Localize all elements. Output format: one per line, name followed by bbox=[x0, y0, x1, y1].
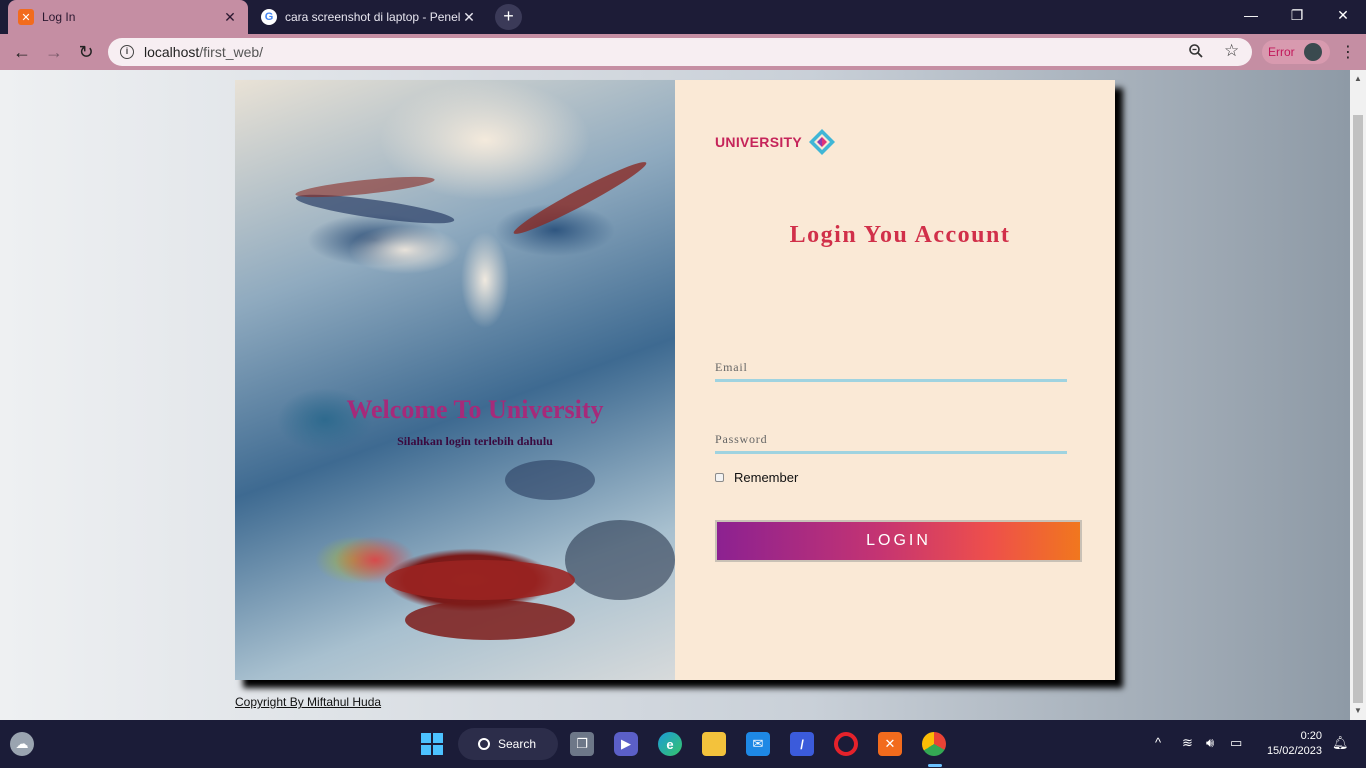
profile-error-chip[interactable]: Error bbox=[1262, 40, 1330, 64]
paint-stroke bbox=[505, 460, 595, 500]
paint-stroke bbox=[565, 520, 675, 600]
google-icon: G bbox=[261, 9, 277, 25]
brand-diamond-icon bbox=[809, 129, 836, 155]
forward-arrow-icon[interactable]: → bbox=[42, 41, 66, 63]
paint-stroke bbox=[510, 155, 650, 241]
page-scrollbar[interactable]: ▲ ▼ bbox=[1350, 70, 1366, 720]
url-text: localhost/first_web/ bbox=[144, 44, 263, 60]
wifi-icon[interactable]: ≋ bbox=[1182, 735, 1193, 751]
error-label: Error bbox=[1268, 45, 1295, 59]
remember-checkbox[interactable] bbox=[715, 473, 724, 482]
url-host: localhost bbox=[144, 44, 200, 60]
visual-studio-code-icon[interactable]: / bbox=[790, 732, 814, 756]
page-viewport: Welcome To University Silahkan login ter… bbox=[0, 70, 1350, 720]
search-label: Search bbox=[498, 737, 537, 751]
browser-titlebar: ✕ Log In ✕ G cara screenshot di laptop -… bbox=[0, 0, 1366, 34]
address-bar[interactable]: i localhost/first_web/ ☆ bbox=[108, 38, 1252, 66]
login-button[interactable]: LOGIN bbox=[715, 520, 1082, 562]
chrome-taskbar-icon[interactable] bbox=[922, 732, 946, 756]
tab-login[interactable]: ✕ Log In ✕ bbox=[8, 0, 248, 34]
clock-date: 15/02/2023 bbox=[1266, 745, 1322, 757]
scrollbar-thumb[interactable] bbox=[1353, 115, 1363, 703]
minimize-button[interactable]: — bbox=[1228, 0, 1274, 30]
windows-taskbar: ☁ Search ❐ ▶ e ✉ / ✕ ^ ≋ 🔊︎ ▭ 0:20 15/02… bbox=[0, 720, 1366, 768]
tab-close-icon[interactable]: ✕ bbox=[461, 9, 477, 26]
start-windows-icon[interactable] bbox=[420, 732, 444, 756]
bookmark-star-icon[interactable]: ☆ bbox=[1224, 41, 1239, 61]
xampp-taskbar-icon[interactable]: ✕ bbox=[878, 732, 902, 756]
email-input[interactable] bbox=[715, 358, 1067, 379]
restore-button[interactable]: ❐ bbox=[1274, 0, 1320, 30]
painting-image: Welcome To University Silahkan login ter… bbox=[235, 80, 675, 680]
brand-name: UNIVERSITY bbox=[715, 134, 803, 150]
paint-stroke bbox=[385, 560, 575, 600]
active-app-indicator bbox=[928, 764, 942, 767]
volume-icon[interactable]: 🔊︎ bbox=[1206, 735, 1214, 751]
tab-title: cara screenshot di laptop - Peneli bbox=[285, 10, 461, 24]
search-icon bbox=[478, 738, 490, 750]
login-card: Welcome To University Silahkan login ter… bbox=[235, 80, 1115, 680]
zoom-icon[interactable] bbox=[1188, 43, 1204, 59]
teams-chat-icon[interactable]: ▶ bbox=[614, 732, 638, 756]
notifications-icon[interactable]: 🔔︎ bbox=[1332, 735, 1349, 751]
url-path: /first_web/ bbox=[199, 44, 264, 60]
browser-menu-icon[interactable]: ⋮ bbox=[1340, 42, 1356, 62]
login-panel: UNIVERSITY Login You Account Email Passw… bbox=[675, 80, 1115, 680]
xampp-icon: ✕ bbox=[18, 9, 34, 25]
weather-icon[interactable]: ☁ bbox=[10, 732, 34, 756]
taskbar-search-button[interactable]: Search bbox=[458, 728, 558, 760]
email-field[interactable]: Email bbox=[715, 358, 1067, 382]
copyright-link[interactable]: Copyright By Miftahul Huda bbox=[235, 695, 381, 709]
new-tab-button[interactable]: + bbox=[495, 4, 522, 30]
welcome-title: Welcome To University bbox=[346, 395, 604, 424]
file-explorer-icon[interactable] bbox=[702, 732, 726, 756]
password-input[interactable] bbox=[715, 430, 1067, 451]
site-info-icon[interactable]: i bbox=[120, 45, 134, 59]
close-window-button[interactable]: ✕ bbox=[1320, 0, 1366, 30]
tab-google-search[interactable]: G cara screenshot di laptop - Peneli ✕ bbox=[251, 0, 487, 34]
remember-label: Remember bbox=[734, 470, 799, 485]
clock-time: 0:20 bbox=[1300, 730, 1322, 742]
tab-title: Log In bbox=[42, 10, 76, 24]
brand-logo: UNIVERSITY bbox=[715, 128, 836, 156]
scroll-down-arrow-icon[interactable]: ▼ bbox=[1354, 706, 1362, 715]
password-field[interactable]: Password bbox=[715, 430, 1067, 454]
mail-icon[interactable]: ✉ bbox=[746, 732, 770, 756]
welcome-subtitle: Silahkan login terlebih dahulu bbox=[397, 434, 553, 448]
edge-icon[interactable]: e bbox=[658, 732, 682, 756]
avatar bbox=[1304, 43, 1322, 61]
back-arrow-icon[interactable]: ← bbox=[10, 41, 34, 63]
tab-close-icon[interactable]: ✕ bbox=[222, 9, 238, 26]
browser-toolbar: ← → ↻ i localhost/first_web/ ☆ Error ⋮ bbox=[0, 34, 1366, 70]
opera-icon[interactable] bbox=[834, 732, 858, 756]
reload-icon[interactable]: ↻ bbox=[74, 41, 98, 63]
task-view-icon[interactable]: ❐ bbox=[570, 732, 594, 756]
taskbar-clock[interactable]: 0:20 15/02/2023 bbox=[1258, 729, 1322, 759]
paint-stroke bbox=[405, 600, 575, 640]
tray-chevron-icon[interactable]: ^ bbox=[1155, 735, 1161, 750]
scroll-up-arrow-icon[interactable]: ▲ bbox=[1354, 74, 1362, 83]
battery-icon[interactable]: ▭ bbox=[1230, 735, 1242, 751]
paint-stroke bbox=[294, 172, 436, 202]
remember-option[interactable]: Remember bbox=[715, 470, 798, 485]
login-title: Login You Account bbox=[789, 222, 1011, 248]
